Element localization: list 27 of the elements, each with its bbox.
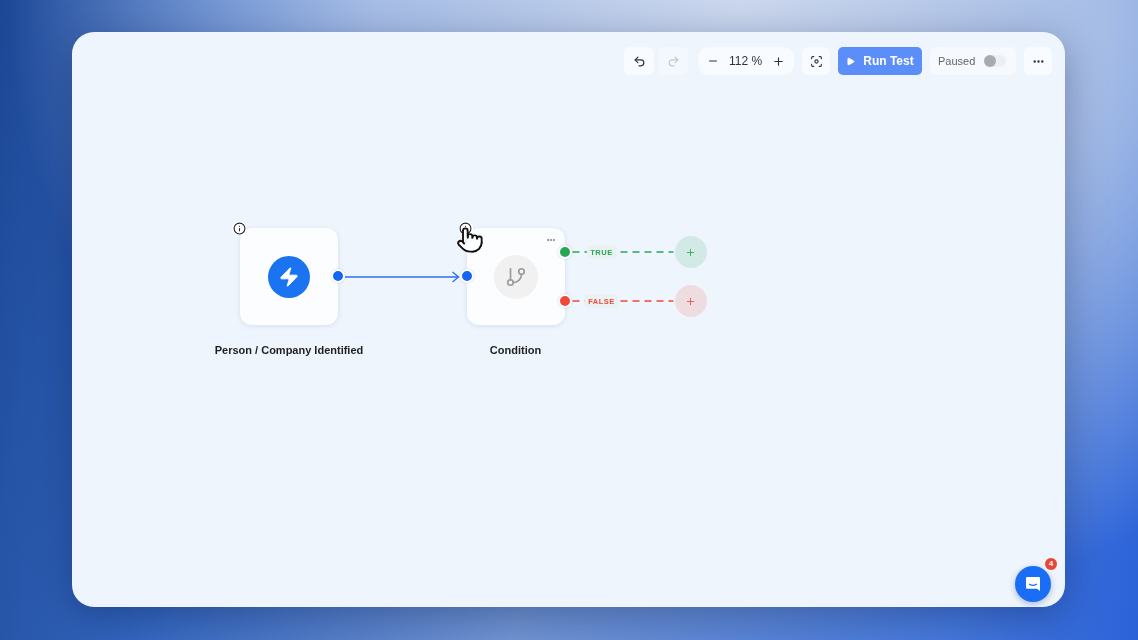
node-card[interactable] [240, 228, 338, 325]
pause-switch[interactable] [984, 55, 1006, 67]
node-label: Condition [489, 343, 542, 358]
zoom-in-button[interactable] [772, 54, 785, 68]
plus-icon [772, 54, 785, 68]
input-port[interactable] [459, 269, 474, 283]
output-port[interactable] [331, 269, 345, 283]
plus-icon [685, 246, 696, 258]
play-icon [846, 56, 856, 66]
fit-view-button[interactable] [802, 47, 830, 75]
run-test-button[interactable]: Run Test [838, 47, 922, 75]
undo-button[interactable] [624, 47, 654, 75]
more-button[interactable] [1024, 47, 1052, 75]
hand-pointer-icon [456, 226, 484, 254]
status-label: Paused [938, 53, 976, 69]
unread-count: 4 [1044, 557, 1058, 571]
undo-icon [632, 54, 646, 68]
zoom-level: 112 % [728, 53, 763, 70]
redo-icon [666, 54, 680, 68]
focus-icon [809, 54, 823, 68]
chat-launcher-button[interactable] [1015, 566, 1051, 602]
node-card[interactable] [466, 228, 565, 325]
info-icon[interactable] [232, 221, 246, 235]
lightning-icon [268, 255, 310, 298]
chat-icon [1025, 576, 1041, 592]
plus-icon [685, 295, 696, 307]
node-label: Person / Company Identified [214, 343, 364, 358]
